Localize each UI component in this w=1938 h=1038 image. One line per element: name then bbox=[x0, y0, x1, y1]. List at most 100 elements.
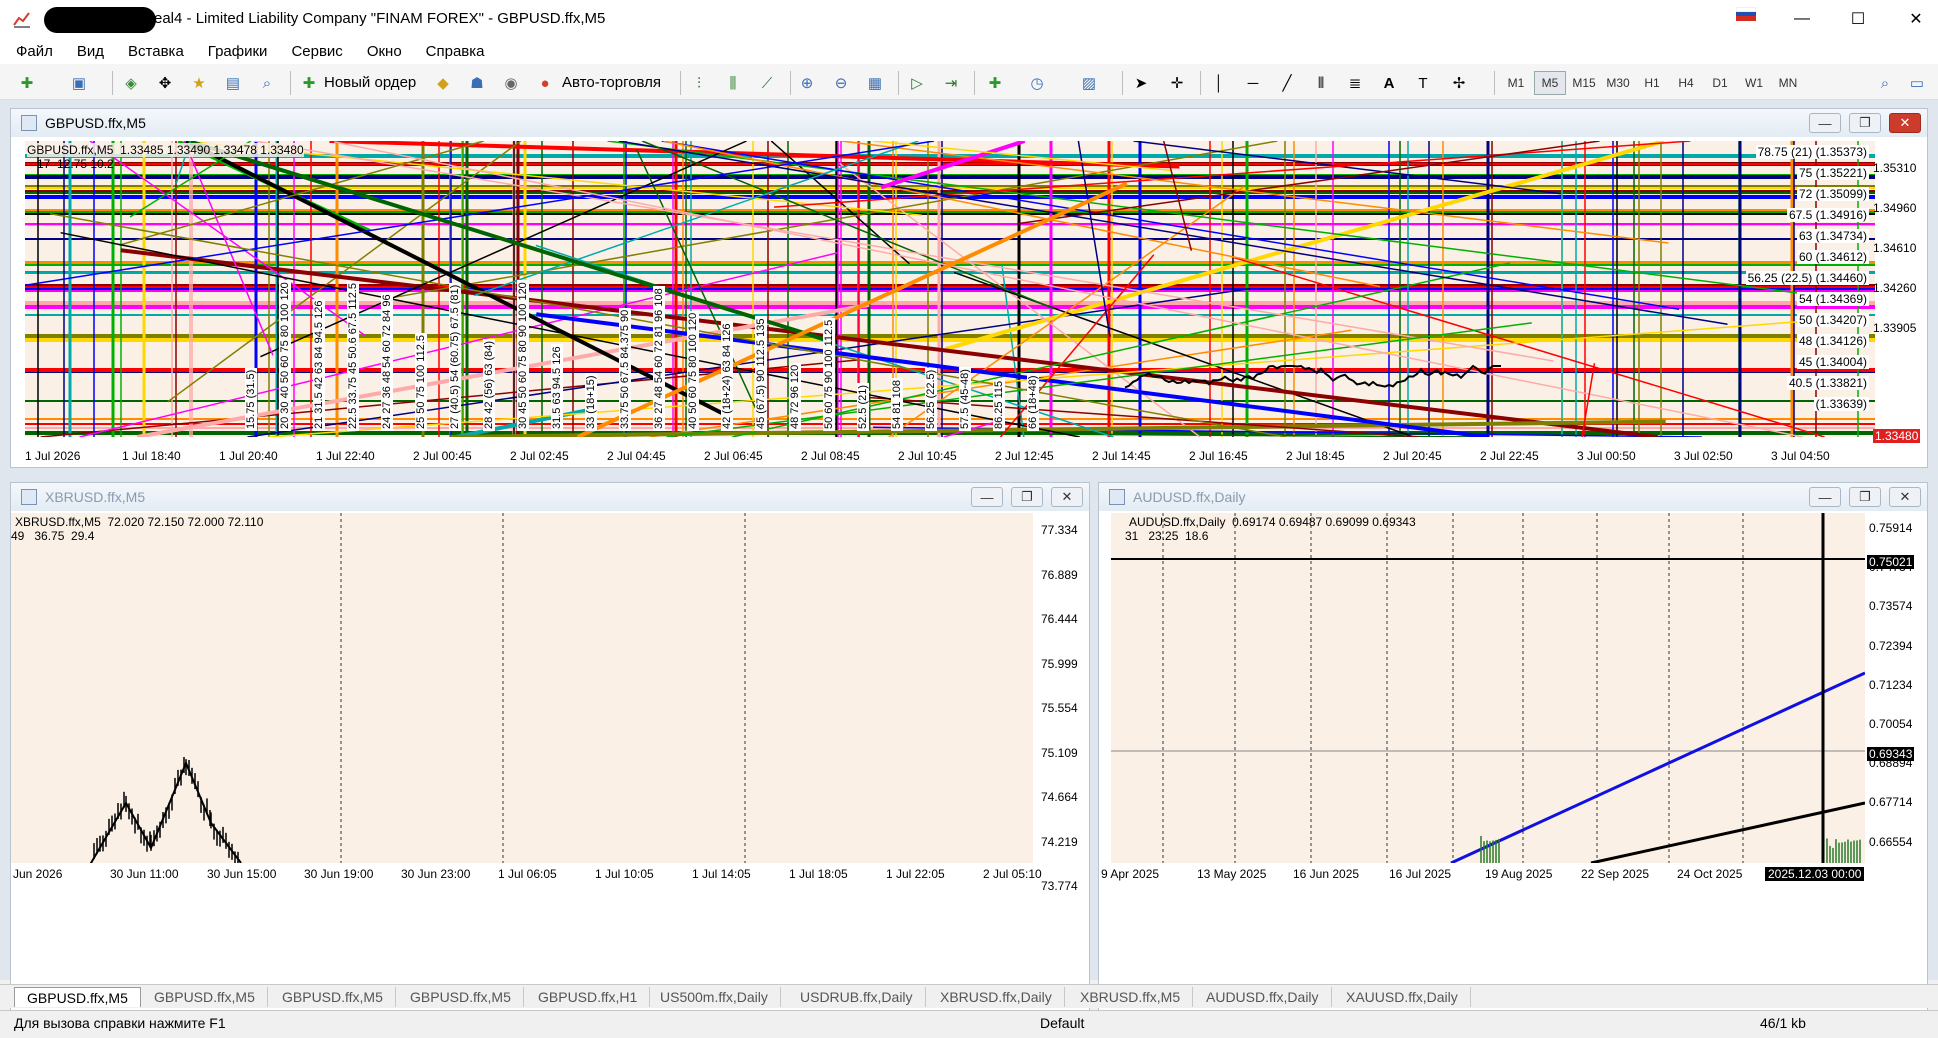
bar-chart-icon[interactable]: ⫶ bbox=[688, 72, 710, 94]
tf-d1[interactable]: D1 bbox=[1704, 71, 1736, 95]
auto-trading-button[interactable]: Авто-торговля bbox=[562, 74, 661, 91]
equidistant-channel-icon[interactable]: ⫴ bbox=[1310, 72, 1332, 94]
audusd-plot-area[interactable]: AUDUSD.ffx,Daily 0.69174 0.69487 0.69099… bbox=[1111, 513, 1865, 863]
text-label-icon[interactable]: T bbox=[1412, 72, 1434, 94]
chart-tab[interactable]: US500m.ffx,Daily bbox=[648, 987, 781, 1007]
indicators-icon[interactable]: ✚ bbox=[984, 72, 1006, 94]
vertical-line-icon[interactable]: │ bbox=[1208, 72, 1230, 94]
chart-caption[interactable]: XBRUSD.ffx,M5 — ❐ ✕ bbox=[11, 483, 1089, 511]
chart-tab[interactable]: GBPUSD.ffx,H1 bbox=[526, 987, 651, 1007]
chart-window-gbpusd[interactable]: GBPUSD.ffx,M5 — ❐ ✕ 15.75 (31.5) 20 30 40… bbox=[10, 108, 1928, 468]
periods-icon[interactable]: ◷ bbox=[1026, 72, 1048, 94]
arrows-icon[interactable]: ✢ bbox=[1448, 72, 1470, 94]
vertical-level-label: 52.5 (21) bbox=[857, 382, 869, 431]
templates-icon[interactable]: ▨ bbox=[1078, 72, 1100, 94]
chart-restore-button[interactable]: ❐ bbox=[1849, 113, 1881, 133]
menu-file[interactable]: Файл bbox=[16, 43, 53, 60]
price-axis-label: 76.889 bbox=[1041, 567, 1078, 582]
time-axis-label: 16 Jun 2025 bbox=[1293, 867, 1360, 881]
chart-tab[interactable]: XBRUSD.ffx,Daily bbox=[928, 987, 1065, 1007]
chart-tab[interactable]: USDRUB.ffx,Daily bbox=[788, 987, 926, 1007]
candlestick-icon[interactable]: ⫼ bbox=[722, 72, 744, 94]
chart-window-audusd[interactable]: AUDUSD.ffx,Daily — ❐ ✕ AUDUSD.ffx,Daily … bbox=[1098, 482, 1928, 1038]
zoom-in-icon[interactable]: ⊕ bbox=[796, 72, 818, 94]
tf-m15[interactable]: M15 bbox=[1568, 71, 1600, 95]
vertical-level-label: 57.5 (45-48) bbox=[959, 367, 971, 431]
language-flag-icon[interactable] bbox=[1735, 6, 1757, 21]
market-watch-icon[interactable]: ◈ bbox=[120, 72, 142, 94]
vertical-level-label: 24 27 36 48 54 60 72 84 96 bbox=[381, 292, 393, 431]
price-axis-label: 0.70054 bbox=[1869, 717, 1913, 731]
tile-windows-icon[interactable]: ▦ bbox=[864, 72, 886, 94]
chart-tab[interactable]: AUDUSD.ffx,Daily bbox=[1194, 987, 1332, 1007]
tf-mn[interactable]: MN bbox=[1772, 71, 1804, 95]
minimize-button[interactable]: — bbox=[1782, 6, 1822, 32]
zoom-out-icon[interactable]: ⊖ bbox=[830, 72, 852, 94]
new-order-button[interactable]: Новый ордер bbox=[324, 74, 416, 91]
terminal-icon[interactable]: ▤ bbox=[222, 72, 244, 94]
auto-trading-icon[interactable]: ● bbox=[534, 72, 556, 94]
fibonacci-icon[interactable]: ≣ bbox=[1344, 72, 1366, 94]
cursor-icon[interactable]: ➤ bbox=[1130, 72, 1152, 94]
chart-close-button[interactable]: ✕ bbox=[1889, 487, 1921, 507]
tf-m5[interactable]: M5 bbox=[1534, 71, 1566, 95]
time-axis-label: 13 May 2025 bbox=[1197, 867, 1267, 881]
chart-close-button[interactable]: ✕ bbox=[1051, 487, 1083, 507]
chart-caption[interactable]: AUDUSD.ffx,Daily — ❐ ✕ bbox=[1099, 483, 1927, 511]
metaeditor-icon[interactable]: ◆ bbox=[432, 72, 454, 94]
app-icon bbox=[12, 9, 32, 29]
chart-tab[interactable]: XAUUSD.ffx,Daily bbox=[1334, 987, 1471, 1007]
text-icon[interactable]: A bbox=[1378, 72, 1400, 94]
chat-icon[interactable]: ▭ bbox=[1906, 72, 1928, 94]
chart-shift-icon[interactable]: ▷ bbox=[906, 72, 928, 94]
menu-view[interactable]: Вид bbox=[77, 43, 104, 60]
chart-restore-button[interactable]: ❐ bbox=[1849, 487, 1881, 507]
chart-tab[interactable]: GBPUSD.ffx,M5 bbox=[142, 987, 268, 1007]
time-axis-label: 3 Jul 02:50 bbox=[1674, 449, 1733, 463]
horizontal-line-icon[interactable]: ─ bbox=[1242, 72, 1264, 94]
chart-tab[interactable]: GBPUSD.ffx,M5 bbox=[398, 987, 524, 1007]
menu-charts[interactable]: Графики bbox=[208, 43, 268, 60]
maximize-button[interactable]: ☐ bbox=[1838, 6, 1878, 32]
tf-h1[interactable]: H1 bbox=[1636, 71, 1668, 95]
trendline-icon[interactable]: ╱ bbox=[1276, 72, 1298, 94]
chart-window-xbrusd[interactable]: XBRUSD.ffx,M5 — ❐ ✕ XBRUSD.ffx,M5 72.020… bbox=[10, 482, 1090, 1038]
signals-icon[interactable]: ☗ bbox=[466, 72, 488, 94]
profiles-icon[interactable]: ▣ bbox=[68, 72, 90, 94]
chart-minimize-button[interactable]: — bbox=[1809, 113, 1841, 133]
chart-tab[interactable]: XBRUSD.ffx,M5 bbox=[1068, 987, 1194, 1007]
level-label: 67.5 (1.34916) bbox=[1786, 208, 1869, 222]
menu-window[interactable]: Окно bbox=[367, 43, 402, 60]
tf-m1[interactable]: M1 bbox=[1500, 71, 1532, 95]
search-icon[interactable]: ⌕ bbox=[1874, 72, 1896, 94]
navigator-icon[interactable]: ★ bbox=[188, 72, 210, 94]
vertical-level-label: 36 27 48 54 60 72 81 96 108 bbox=[653, 286, 665, 431]
chart-minimize-button[interactable]: — bbox=[1809, 487, 1841, 507]
auto-scroll-icon[interactable]: ⇥ bbox=[940, 72, 962, 94]
chart-restore-button[interactable]: ❐ bbox=[1011, 487, 1043, 507]
menu-help[interactable]: Справка bbox=[426, 43, 485, 60]
new-order-icon[interactable]: ✚ bbox=[298, 72, 320, 94]
xbrusd-plot-area[interactable]: XBRUSD.ffx,M5 72.020 72.150 72.000 72.11… bbox=[11, 513, 1033, 863]
menu-tools[interactable]: Сервис bbox=[291, 43, 342, 60]
market-icon[interactable]: ◉ bbox=[500, 72, 522, 94]
price-axis-label: 0.73574 bbox=[1869, 599, 1913, 614]
chart-tab[interactable]: GBPUSD.ffx,M5 bbox=[270, 987, 396, 1007]
tf-w1[interactable]: W1 bbox=[1738, 71, 1770, 95]
strategy-tester-icon[interactable]: ⌕ bbox=[256, 72, 278, 94]
level-label: 50 (1.34207) bbox=[1796, 313, 1869, 327]
chart-indicator-info: 49 36.75 29.4 bbox=[11, 529, 95, 543]
tf-h4[interactable]: H4 bbox=[1670, 71, 1702, 95]
tf-m30[interactable]: M30 bbox=[1602, 71, 1634, 95]
new-chart-icon[interactable]: ✚ bbox=[16, 72, 38, 94]
chart-minimize-button[interactable]: — bbox=[971, 487, 1003, 507]
data-window-icon[interactable]: ✥ bbox=[154, 72, 176, 94]
line-chart-icon[interactable]: ⟋ bbox=[756, 72, 778, 94]
gbpusd-plot-area[interactable]: 15.75 (31.5) 20 30 40 50 60 75 80 100 120… bbox=[25, 141, 1875, 437]
chart-close-button[interactable]: ✕ bbox=[1889, 113, 1921, 133]
chart-tab[interactable]: GBPUSD.ffx,M5 bbox=[14, 987, 141, 1007]
close-button[interactable]: ✕ bbox=[1896, 6, 1936, 32]
chart-caption[interactable]: GBPUSD.ffx,M5 — ❐ ✕ bbox=[11, 109, 1927, 137]
menu-insert[interactable]: Вставка bbox=[128, 43, 184, 60]
crosshair-icon[interactable]: ✛ bbox=[1166, 72, 1188, 94]
